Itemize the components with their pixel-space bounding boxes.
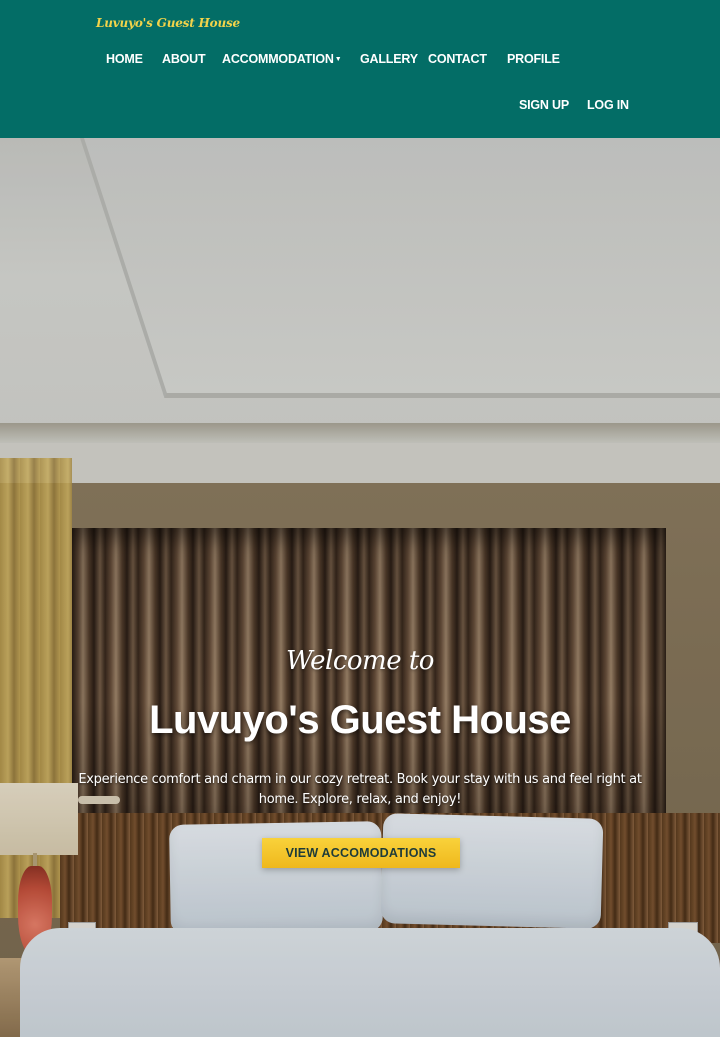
main-nav: HOME ABOUT ACCOMMODATION▼ GALLERY CONTAC…	[0, 52, 720, 72]
nav-about[interactable]: ABOUT	[162, 52, 206, 66]
auth-nav: SIGN UP LOG IN	[0, 98, 720, 118]
hero-section: Welcome to Luvuyo's Guest House Experien…	[0, 138, 720, 1037]
brand-logo[interactable]: Luvuyo's Guest House	[96, 16, 240, 30]
nav-home[interactable]: HOME	[106, 52, 143, 66]
hero-description: Experience comfort and charm in our cozy…	[78, 772, 642, 807]
hero-welcome: Welcome to	[286, 646, 434, 676]
nav-log-in[interactable]: LOG IN	[587, 98, 629, 112]
nav-profile[interactable]: PROFILE	[507, 52, 560, 66]
nav-contact[interactable]: CONTACT	[428, 52, 487, 66]
nav-gallery[interactable]: GALLERY	[360, 52, 418, 66]
site-header: Luvuyo's Guest House HOME ABOUT ACCOMMOD…	[0, 0, 720, 138]
hero-title: Luvuyo's Guest House	[149, 698, 571, 742]
nav-accommodation-label: ACCOMMODATION	[222, 52, 334, 66]
nav-sign-up[interactable]: SIGN UP	[519, 98, 569, 112]
hero-overlay	[0, 138, 720, 1037]
caret-down-icon: ▼	[334, 56, 342, 63]
view-accommodations-button[interactable]: VIEW ACCOMODATIONS	[262, 838, 460, 868]
nav-accommodation[interactable]: ACCOMMODATION▼	[222, 52, 342, 66]
